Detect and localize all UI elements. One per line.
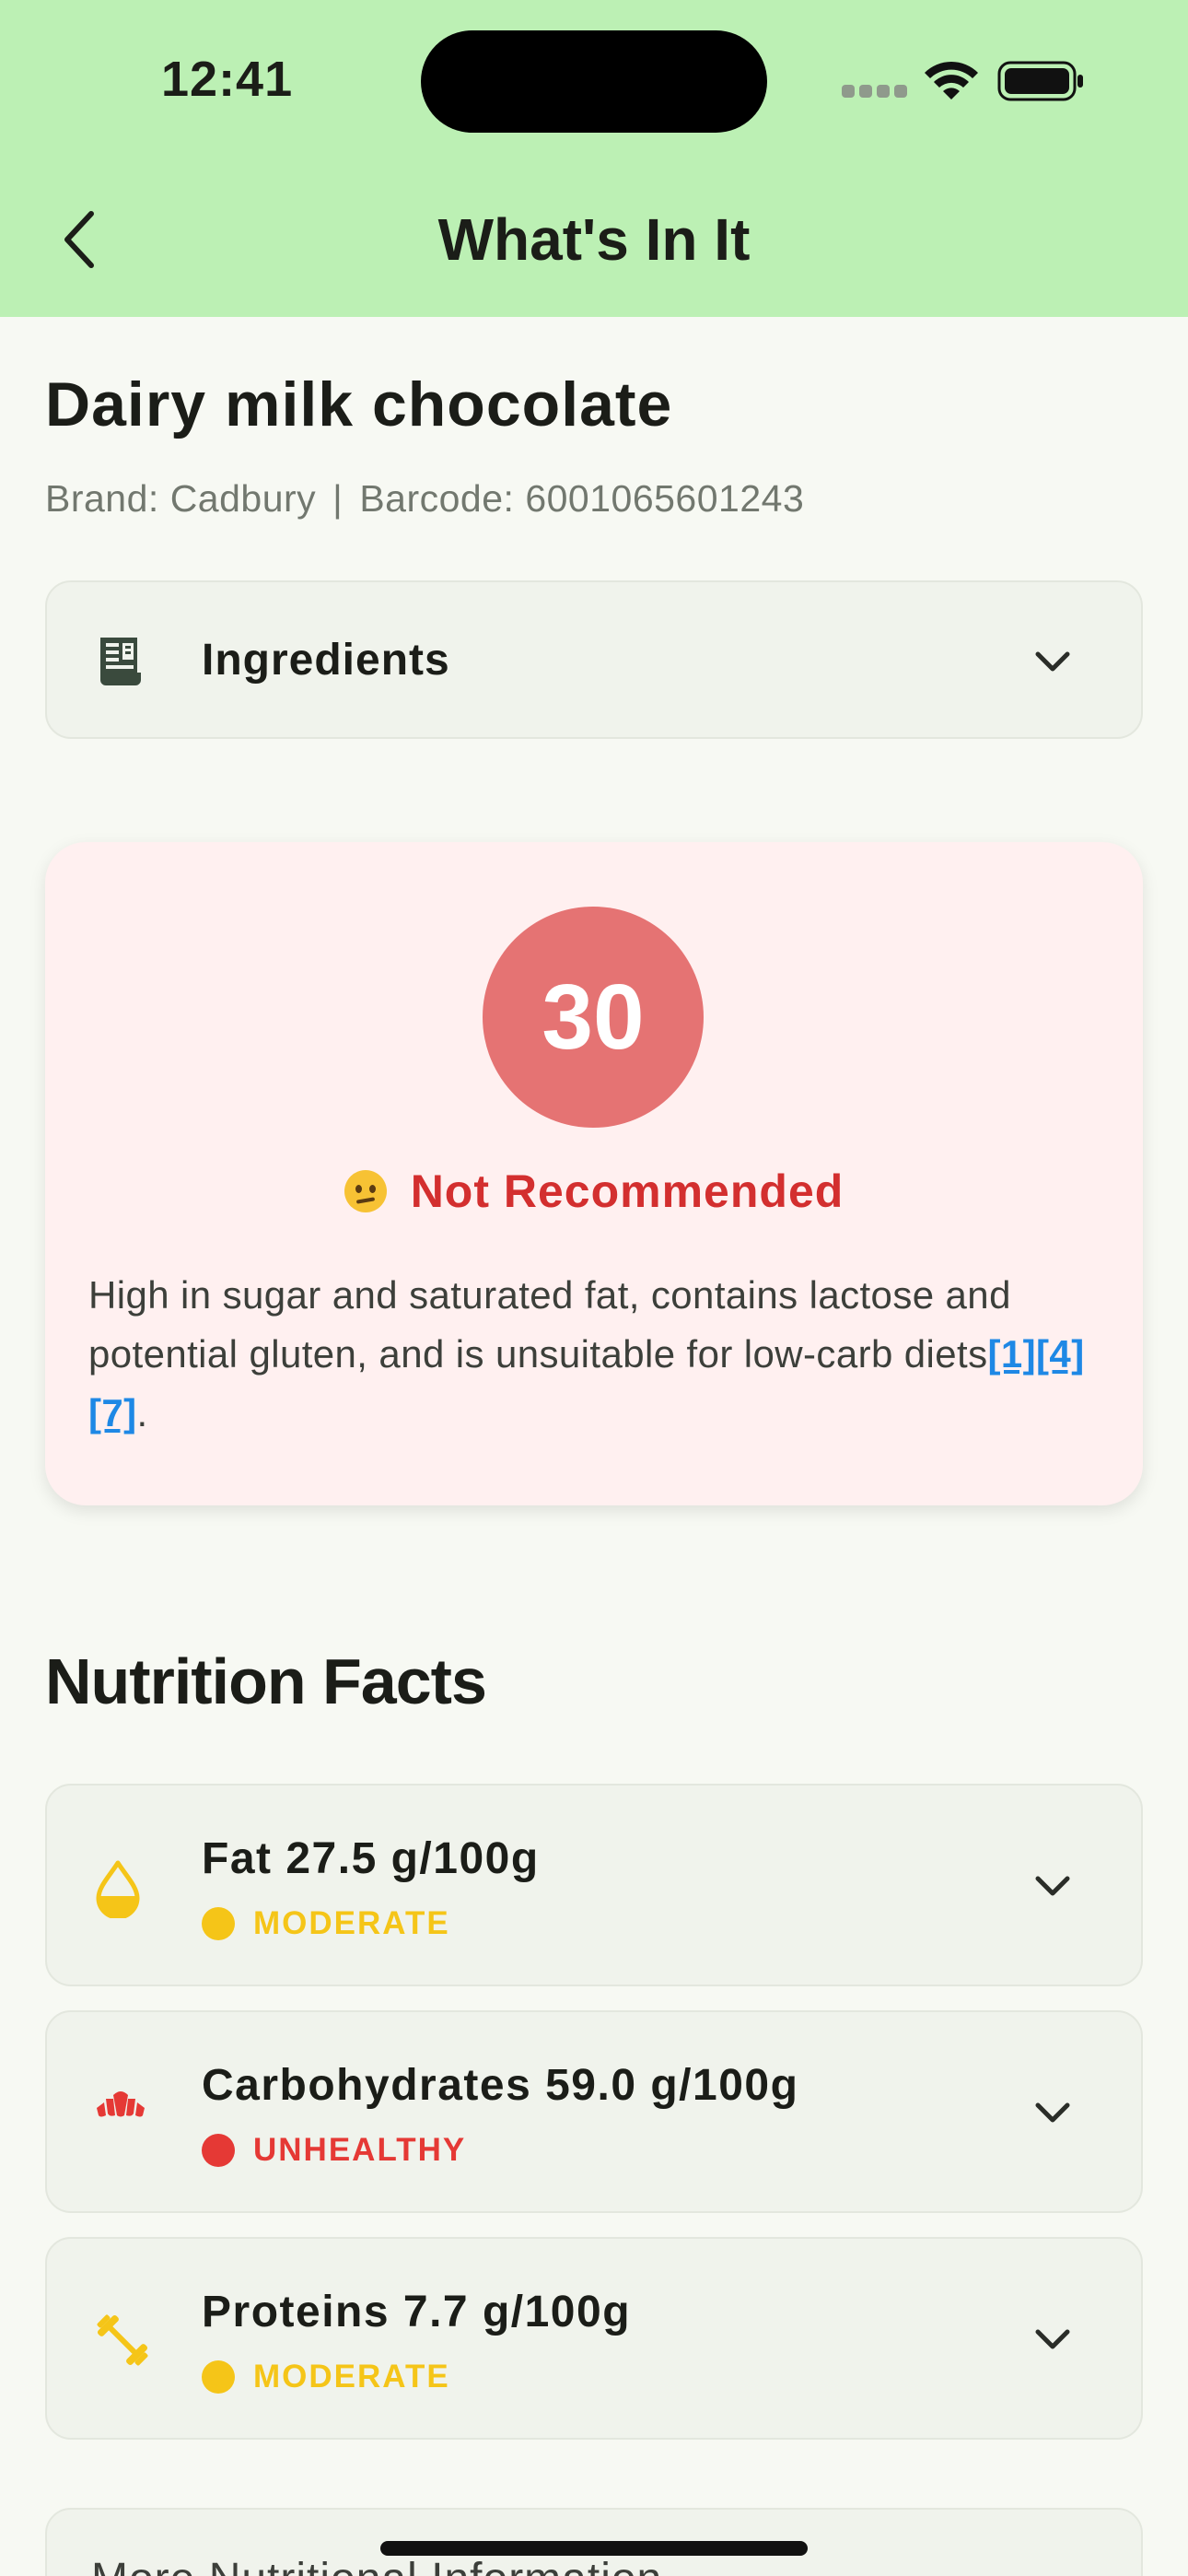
more-nutrition-label: More Nutritional Information xyxy=(91,2554,662,2576)
status-dot-icon xyxy=(202,2134,235,2167)
chevron-down-icon xyxy=(1035,2329,1070,2349)
dumbbell-icon xyxy=(97,2314,148,2366)
confused-face-icon xyxy=(344,1170,387,1212)
chevron-down-icon xyxy=(1035,2102,1070,2123)
cellular-signal-icon xyxy=(842,85,907,98)
health-score-card: 30 Not Recommended High in sugar and sat… xyxy=(45,842,1143,1505)
chevron-down-icon xyxy=(1035,651,1070,672)
nutrient-status: UNHEALTHY xyxy=(202,2132,466,2169)
nutrient-status-text: UNHEALTHY xyxy=(253,2132,467,2168)
score-summary: High in sugar and saturated fat, contain… xyxy=(88,1266,1111,1443)
wifi-icon xyxy=(925,61,978,100)
summary-text: High in sugar and saturated fat, contain… xyxy=(88,1273,1011,1376)
status-time: 12:41 xyxy=(161,52,294,107)
page-title: What's In It xyxy=(437,206,751,273)
home-indicator[interactable] xyxy=(380,2541,808,2556)
nutrition-section-title: Nutrition Facts xyxy=(45,1645,487,1717)
citation-link-7[interactable]: [7] xyxy=(88,1391,137,1434)
nutrient-card-proteins[interactable]: Proteins 7.7 g/100g MODERATE xyxy=(45,2237,1143,2440)
product-meta: Brand: Cadbury | Barcode: 6001065601243 xyxy=(45,477,804,521)
nutrient-title: Fat 27.5 g/100g xyxy=(202,1834,540,1883)
dynamic-island xyxy=(421,30,767,133)
status-dot-icon xyxy=(202,2360,235,2394)
receipt-icon xyxy=(100,638,141,685)
nutrient-status-text: MODERATE xyxy=(253,2359,450,2395)
verdict-text: Not Recommended xyxy=(410,1165,844,1217)
product-brand: Brand: Cadbury xyxy=(45,477,317,520)
nutrient-title: Carbohydrates 59.0 g/100g xyxy=(202,2061,799,2110)
nutrient-status: MODERATE xyxy=(202,1905,450,1942)
citation-link-4[interactable]: [4] xyxy=(1036,1332,1085,1376)
drop-icon xyxy=(96,1860,140,1918)
status-dot-icon xyxy=(202,1907,235,1940)
ingredients-label: Ingredients xyxy=(202,636,450,685)
croissant-icon xyxy=(97,2091,145,2117)
citation-link-1[interactable]: [1] xyxy=(988,1332,1037,1376)
nutrient-title: Proteins 7.7 g/100g xyxy=(202,2288,632,2336)
health-score-badge: 30 xyxy=(483,907,704,1128)
nutrient-status: MODERATE xyxy=(202,2359,450,2395)
ingredients-accordion[interactable]: Ingredients xyxy=(45,580,1143,739)
nutrient-card-fat[interactable]: Fat 27.5 g/100g MODERATE xyxy=(45,1784,1143,1986)
product-name: Dairy milk chocolate xyxy=(45,369,673,439)
meta-separator: | xyxy=(332,477,344,520)
verdict-label: Not Recommended xyxy=(45,1165,1143,1218)
battery-icon xyxy=(997,61,1083,101)
product-barcode: Barcode: 6001065601243 xyxy=(359,477,805,520)
nutrient-status-text: MODERATE xyxy=(253,1905,450,1941)
summary-end: . xyxy=(136,1391,148,1434)
nutrient-card-carbohydrates[interactable]: Carbohydrates 59.0 g/100g UNHEALTHY xyxy=(45,2010,1143,2213)
chevron-down-icon xyxy=(1035,1876,1070,1896)
app-header: 12:41 What's In It xyxy=(0,0,1188,317)
